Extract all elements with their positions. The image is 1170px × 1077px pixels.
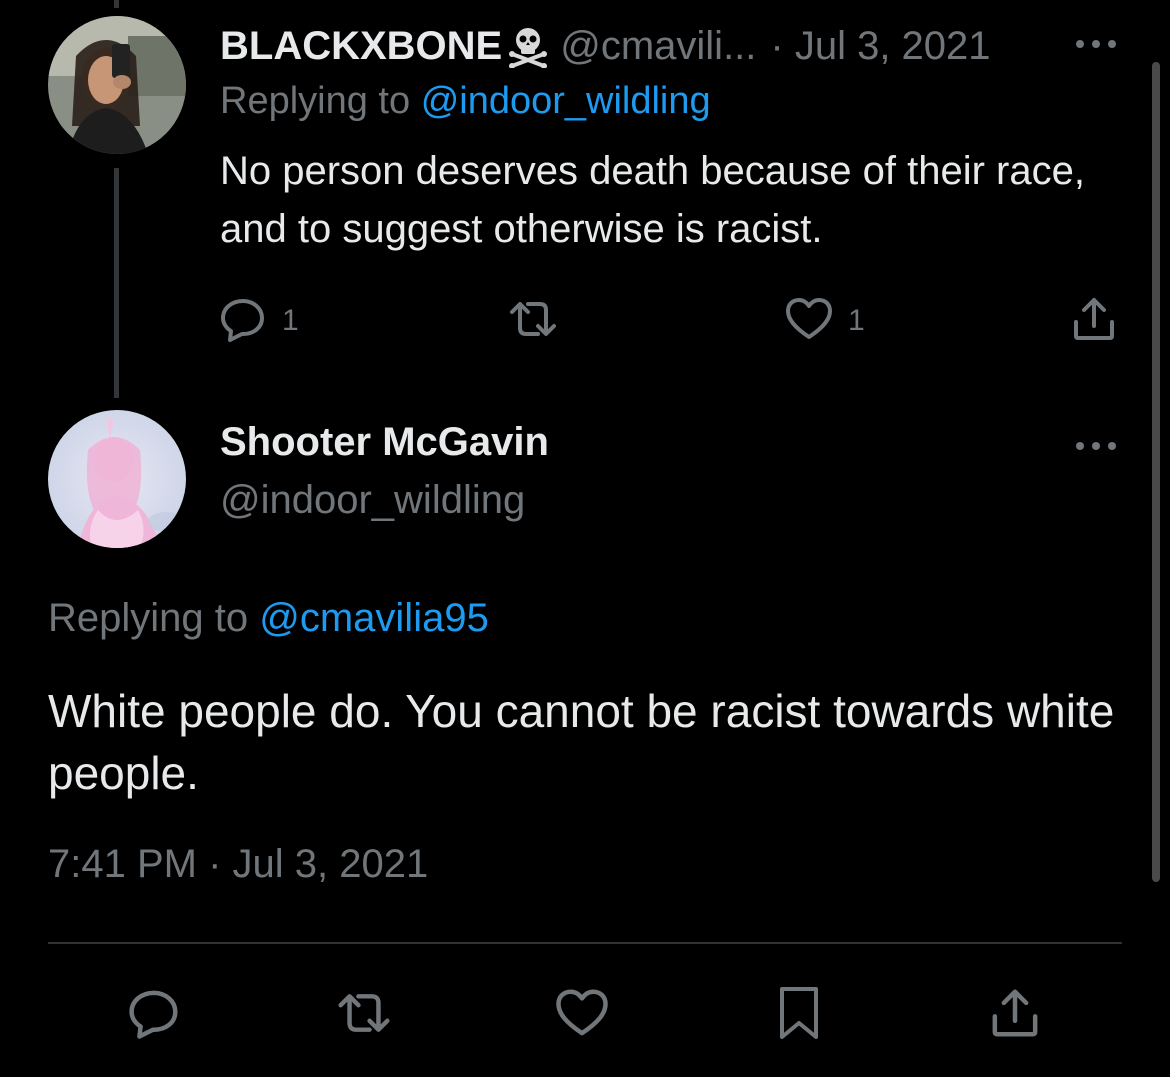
share-icon xyxy=(988,985,1042,1046)
like-icon xyxy=(554,985,610,1046)
divider xyxy=(48,942,1122,944)
reply-icon xyxy=(218,294,268,349)
retweet-button[interactable] xyxy=(334,980,394,1050)
share-button[interactable] xyxy=(988,980,1042,1050)
bookmark-button[interactable] xyxy=(774,980,824,1050)
reply-button[interactable]: 1 xyxy=(218,296,299,346)
like-button[interactable] xyxy=(554,980,610,1050)
parent-tweet-action-bar: 1 1 xyxy=(218,296,1118,346)
main-tweet-action-bar xyxy=(48,980,1122,1050)
replying-to-mention[interactable]: @cmavilia95 xyxy=(259,596,489,640)
handle[interactable]: @cmavili... xyxy=(560,24,756,69)
retweet-icon xyxy=(506,294,560,349)
display-name[interactable]: BLACKXBONE xyxy=(220,24,502,69)
reply-count: 1 xyxy=(282,304,299,337)
like-button[interactable]: 1 xyxy=(784,296,865,346)
retweet-icon xyxy=(334,985,394,1046)
replying-to-line: Replying to @cmavilia95 xyxy=(48,596,489,641)
avatar-shooter-mcgavin[interactable] xyxy=(48,410,186,548)
like-count: 1 xyxy=(848,304,865,337)
more-icon[interactable] xyxy=(1074,22,1118,66)
retweet-button[interactable] xyxy=(506,296,560,346)
scrollbar[interactable] xyxy=(1152,62,1160,882)
parent-tweet-text: No person deserves death because of thei… xyxy=(220,149,1085,251)
parent-tweet-header: BLACKXBONE @cmavili... · Jul 3, 2021 xyxy=(220,18,991,74)
replying-to-label: Replying to xyxy=(220,80,411,122)
tweet-date[interactable]: · Jul 3, 2021 xyxy=(770,24,990,69)
main-tweet-text: White people do. You cannot be racist to… xyxy=(48,685,1115,799)
replying-to-line: Replying to @indoor_wildling xyxy=(220,80,711,123)
bookmark-icon xyxy=(774,985,824,1046)
tweet-timestamp[interactable]: 7:41 PM · Jul 3, 2021 xyxy=(48,842,428,887)
like-icon xyxy=(784,294,834,349)
reply-icon xyxy=(126,985,182,1046)
skull-crossbones-icon xyxy=(508,24,548,69)
handle[interactable]: @indoor_wildling xyxy=(220,478,525,523)
share-icon xyxy=(1070,294,1118,349)
replying-to-label: Replying to xyxy=(48,596,249,640)
thread-line-top xyxy=(114,0,119,8)
replying-to-mention[interactable]: @indoor_wildling xyxy=(421,80,711,122)
display-name[interactable]: Shooter McGavin xyxy=(220,420,549,465)
avatar-blackxbone[interactable] xyxy=(48,16,186,154)
share-button[interactable] xyxy=(1070,296,1118,346)
thread-connector-line xyxy=(114,168,119,398)
more-icon[interactable] xyxy=(1074,424,1118,468)
reply-button[interactable] xyxy=(126,980,182,1050)
